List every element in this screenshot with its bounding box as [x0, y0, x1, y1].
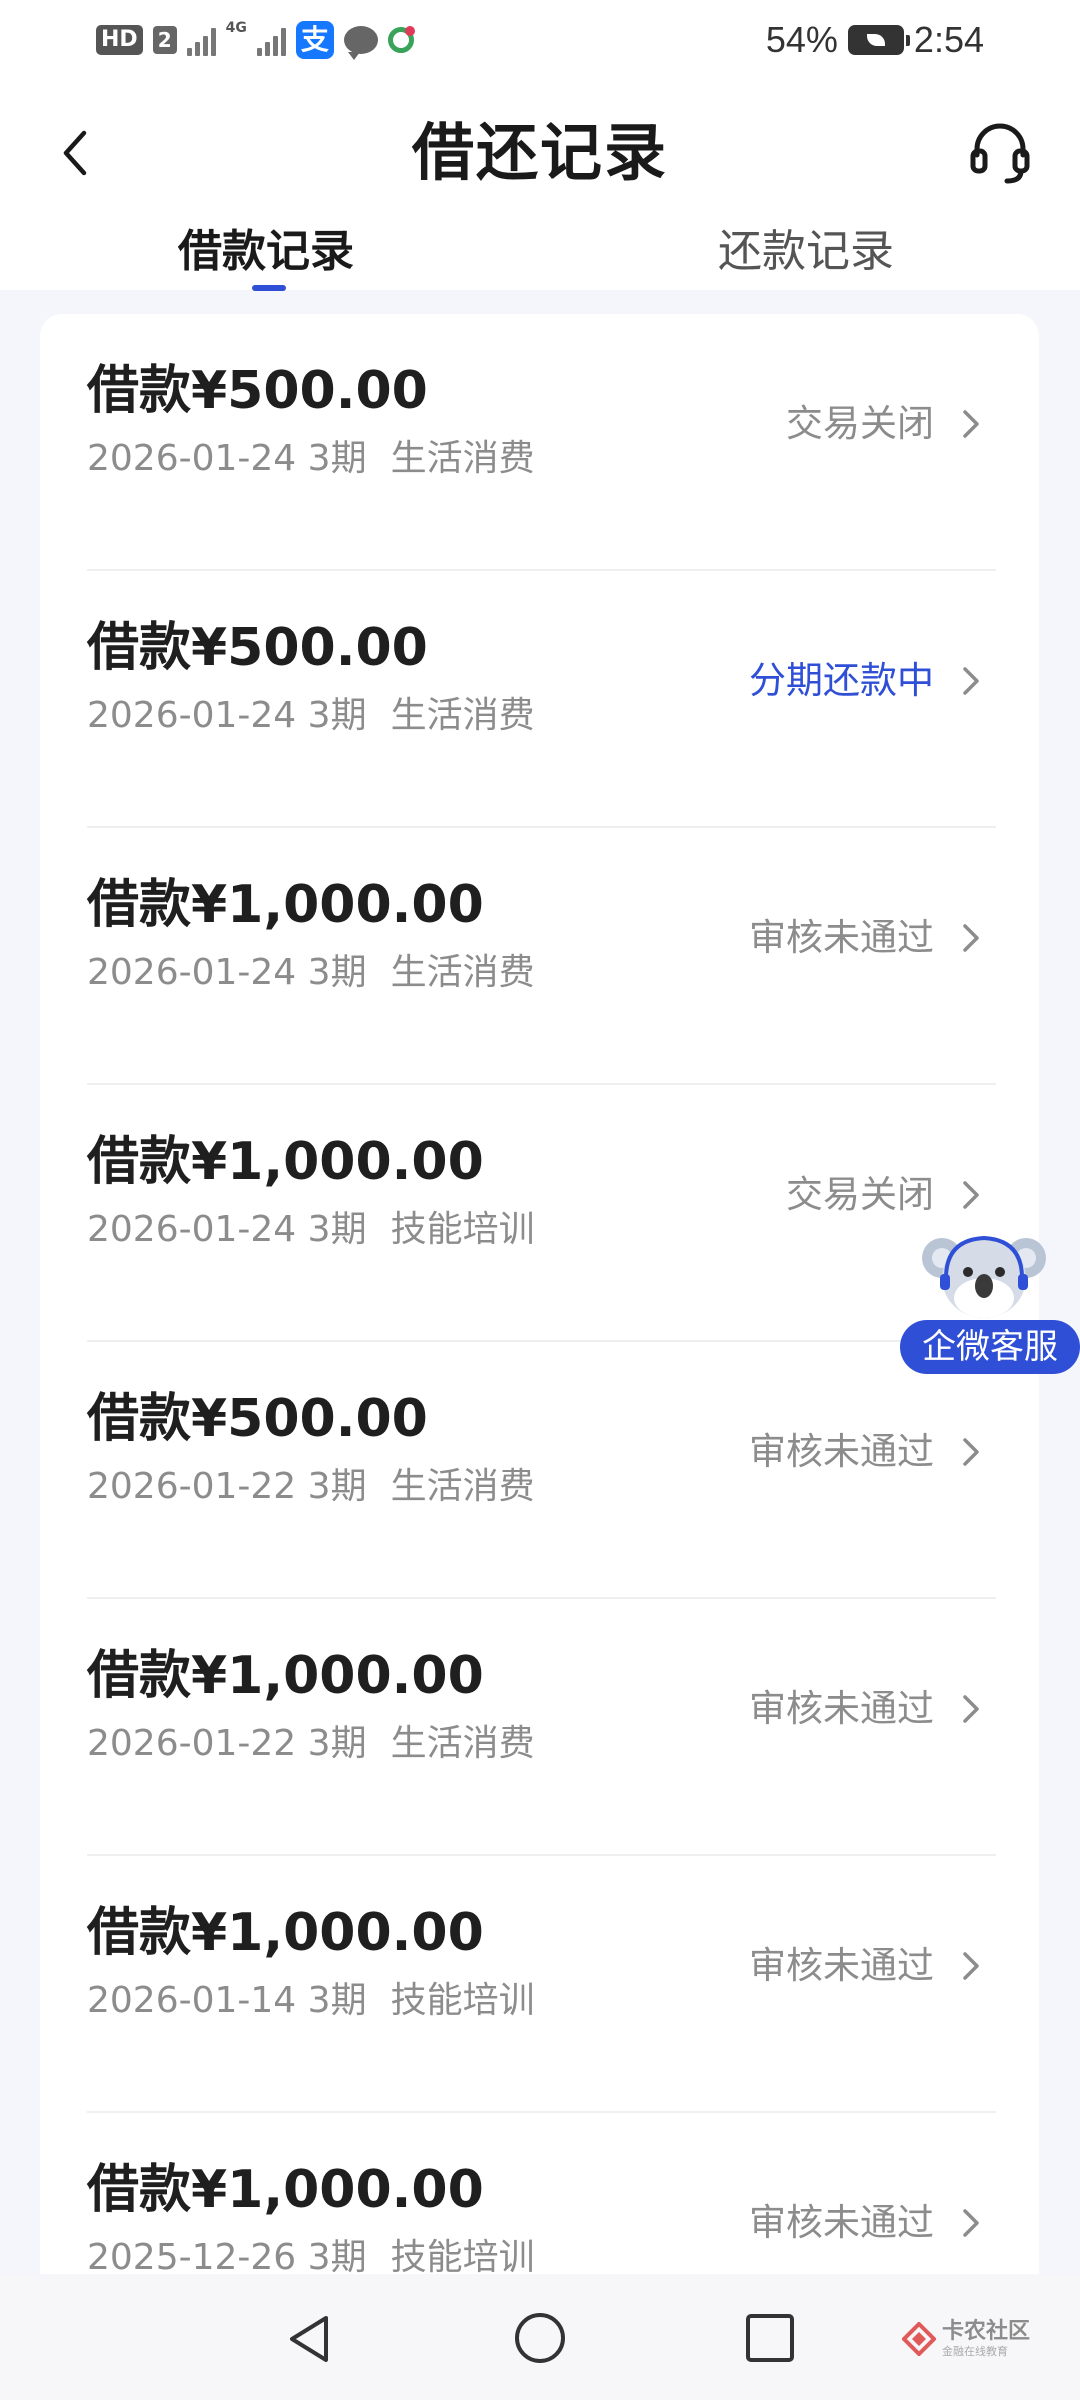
record-date-term: 2026-01-22 3期	[87, 1723, 367, 1764]
record-status: 审核未通过	[749, 1687, 934, 1730]
battery-percent: 54%	[765, 19, 838, 60]
chevron-right-icon	[953, 663, 989, 699]
record-purpose: 技能培训	[390, 1209, 535, 1250]
watermark-title: 卡农社区	[942, 2319, 1031, 2344]
chevron-right-icon	[953, 2205, 989, 2241]
record-status: 审核未通过	[749, 916, 934, 959]
floating-customer-service[interactable]: 企微客服	[900, 1220, 1080, 1380]
record-tabs: 借款记录 还款记录	[0, 222, 1080, 290]
network-type: 4G	[225, 20, 247, 36]
record-status: 审核未通过	[749, 2201, 934, 2244]
record-date-term: 2026-01-14 3期	[87, 1980, 367, 2021]
system-nav-bar: 卡农社区 金融在线教育	[0, 2274, 1080, 2400]
status-bar: HD 2 4G 支 54% 2:54	[0, 0, 1080, 80]
battery-icon	[847, 25, 910, 55]
record-amount: 借款¥1,000.00	[87, 1132, 484, 1192]
record-purpose: 生活消费	[390, 952, 535, 993]
record-amount: 借款¥500.00	[87, 361, 428, 421]
status-icons-left: HD 2 4G 支	[96, 18, 415, 62]
triangle-back-icon[interactable]	[282, 2312, 336, 2366]
record-meta: 2026-01-24 3期 技能培训	[87, 1205, 535, 1255]
page-header: 借还记录 借款记录 还款记录	[0, 80, 1080, 291]
record-item[interactable]: 借款¥1,000.00 2026-01-22 3期 生活消费 审核未通过	[40, 1599, 1039, 1856]
record-amount: 借款¥1,000.00	[87, 1646, 484, 1706]
record-item[interactable]: 借款¥1,000.00 2026-01-14 3期 技能培训 审核未通过	[40, 1856, 1039, 2113]
record-meta: 2026-01-14 3期 技能培训	[87, 1976, 535, 2026]
chat-bubble-icon	[343, 26, 378, 60]
hd-indicator: HD	[96, 25, 143, 55]
tab-repay-records[interactable]: 还款记录	[718, 222, 894, 282]
record-amount: 借款¥1,000.00	[87, 2160, 484, 2220]
record-purpose: 生活消费	[390, 1723, 535, 1764]
record-status: 审核未通过	[749, 1430, 934, 1473]
square-recents-icon[interactable]	[744, 2312, 796, 2364]
customer-service-button[interactable]	[960, 110, 1040, 196]
record-status: 交易关闭	[786, 402, 934, 445]
record-item[interactable]: 借款¥1,000.00 2026-01-24 3期 生活消费 审核未通过	[40, 828, 1039, 1085]
record-amount: 借款¥1,000.00	[87, 1903, 484, 1963]
records-list: 借款¥500.00 2026-01-24 3期 生活消费 交易关闭 借款¥500…	[40, 314, 1039, 2314]
record-date-term: 2026-01-22 3期	[87, 1466, 367, 1507]
page-title: 借还记录	[411, 116, 668, 189]
chevron-right-icon	[953, 1948, 989, 1984]
status-icons-right: 54% 2:54	[766, 18, 984, 62]
tab-borrow-records[interactable]: 借款记录	[178, 222, 354, 282]
record-date-term: 2026-01-24 3期	[87, 695, 367, 736]
active-tab-indicator	[252, 285, 286, 291]
record-date-term: 2026-01-24 3期	[87, 438, 367, 479]
watermark-subtitle: 金融在线教育	[942, 2345, 1008, 2358]
signal-icon	[186, 24, 216, 56]
app-notification-icon	[387, 26, 415, 53]
record-purpose: 生活消费	[390, 1466, 535, 1507]
record-amount: 借款¥1,000.00	[87, 875, 484, 935]
record-date-term: 2026-01-24 3期	[87, 1209, 367, 1250]
circle-home-icon[interactable]	[512, 2310, 568, 2366]
clock: 2:54	[913, 19, 984, 60]
record-meta: 2026-01-22 3期 生活消费	[87, 1462, 535, 1512]
chevron-right-icon	[953, 1691, 989, 1727]
alipay-icon: 支	[295, 21, 334, 59]
record-status: 交易关闭	[786, 1173, 934, 1216]
record-status: 分期还款中	[749, 659, 934, 702]
chevron-right-icon	[953, 920, 989, 956]
record-amount: 借款¥500.00	[87, 1389, 428, 1449]
record-item[interactable]: 借款¥500.00 2026-01-24 3期 生活消费 交易关闭	[40, 314, 1039, 571]
record-purpose: 技能培训	[390, 1980, 535, 2021]
record-item[interactable]: 借款¥500.00 2026-01-22 3期 生活消费 审核未通过	[40, 1342, 1039, 1599]
record-meta: 2026-01-22 3期 生活消费	[87, 1719, 535, 1769]
headset-icon	[970, 123, 1030, 184]
record-item[interactable]: 借款¥500.00 2026-01-24 3期 生活消费 分期还款中	[40, 571, 1039, 828]
chevron-right-icon	[953, 1434, 989, 1470]
chevron-right-icon	[953, 406, 989, 442]
chevron-right-icon	[953, 1177, 989, 1213]
watermark: 卡农社区 金融在线教育	[902, 2314, 1052, 2364]
record-item[interactable]: 借款¥1,000.00 2026-01-24 3期 技能培训 交易关闭	[40, 1085, 1039, 1342]
record-date-term: 2026-01-24 3期	[87, 952, 367, 993]
record-meta: 2026-01-24 3期 生活消费	[87, 434, 535, 484]
customer-service-label: 企微客服	[900, 1320, 1080, 1374]
record-meta: 2026-01-24 3期 生活消费	[87, 691, 535, 741]
record-purpose: 生活消费	[390, 438, 535, 479]
record-purpose: 生活消费	[390, 695, 535, 736]
signal-icon-2	[256, 24, 286, 56]
record-meta: 2026-01-24 3期 生活消费	[87, 948, 535, 998]
watermark-logo-icon	[902, 2322, 936, 2356]
record-status: 审核未通过	[749, 1944, 934, 1987]
record-amount: 借款¥500.00	[87, 618, 428, 678]
sim-indicator: 2	[152, 26, 177, 54]
